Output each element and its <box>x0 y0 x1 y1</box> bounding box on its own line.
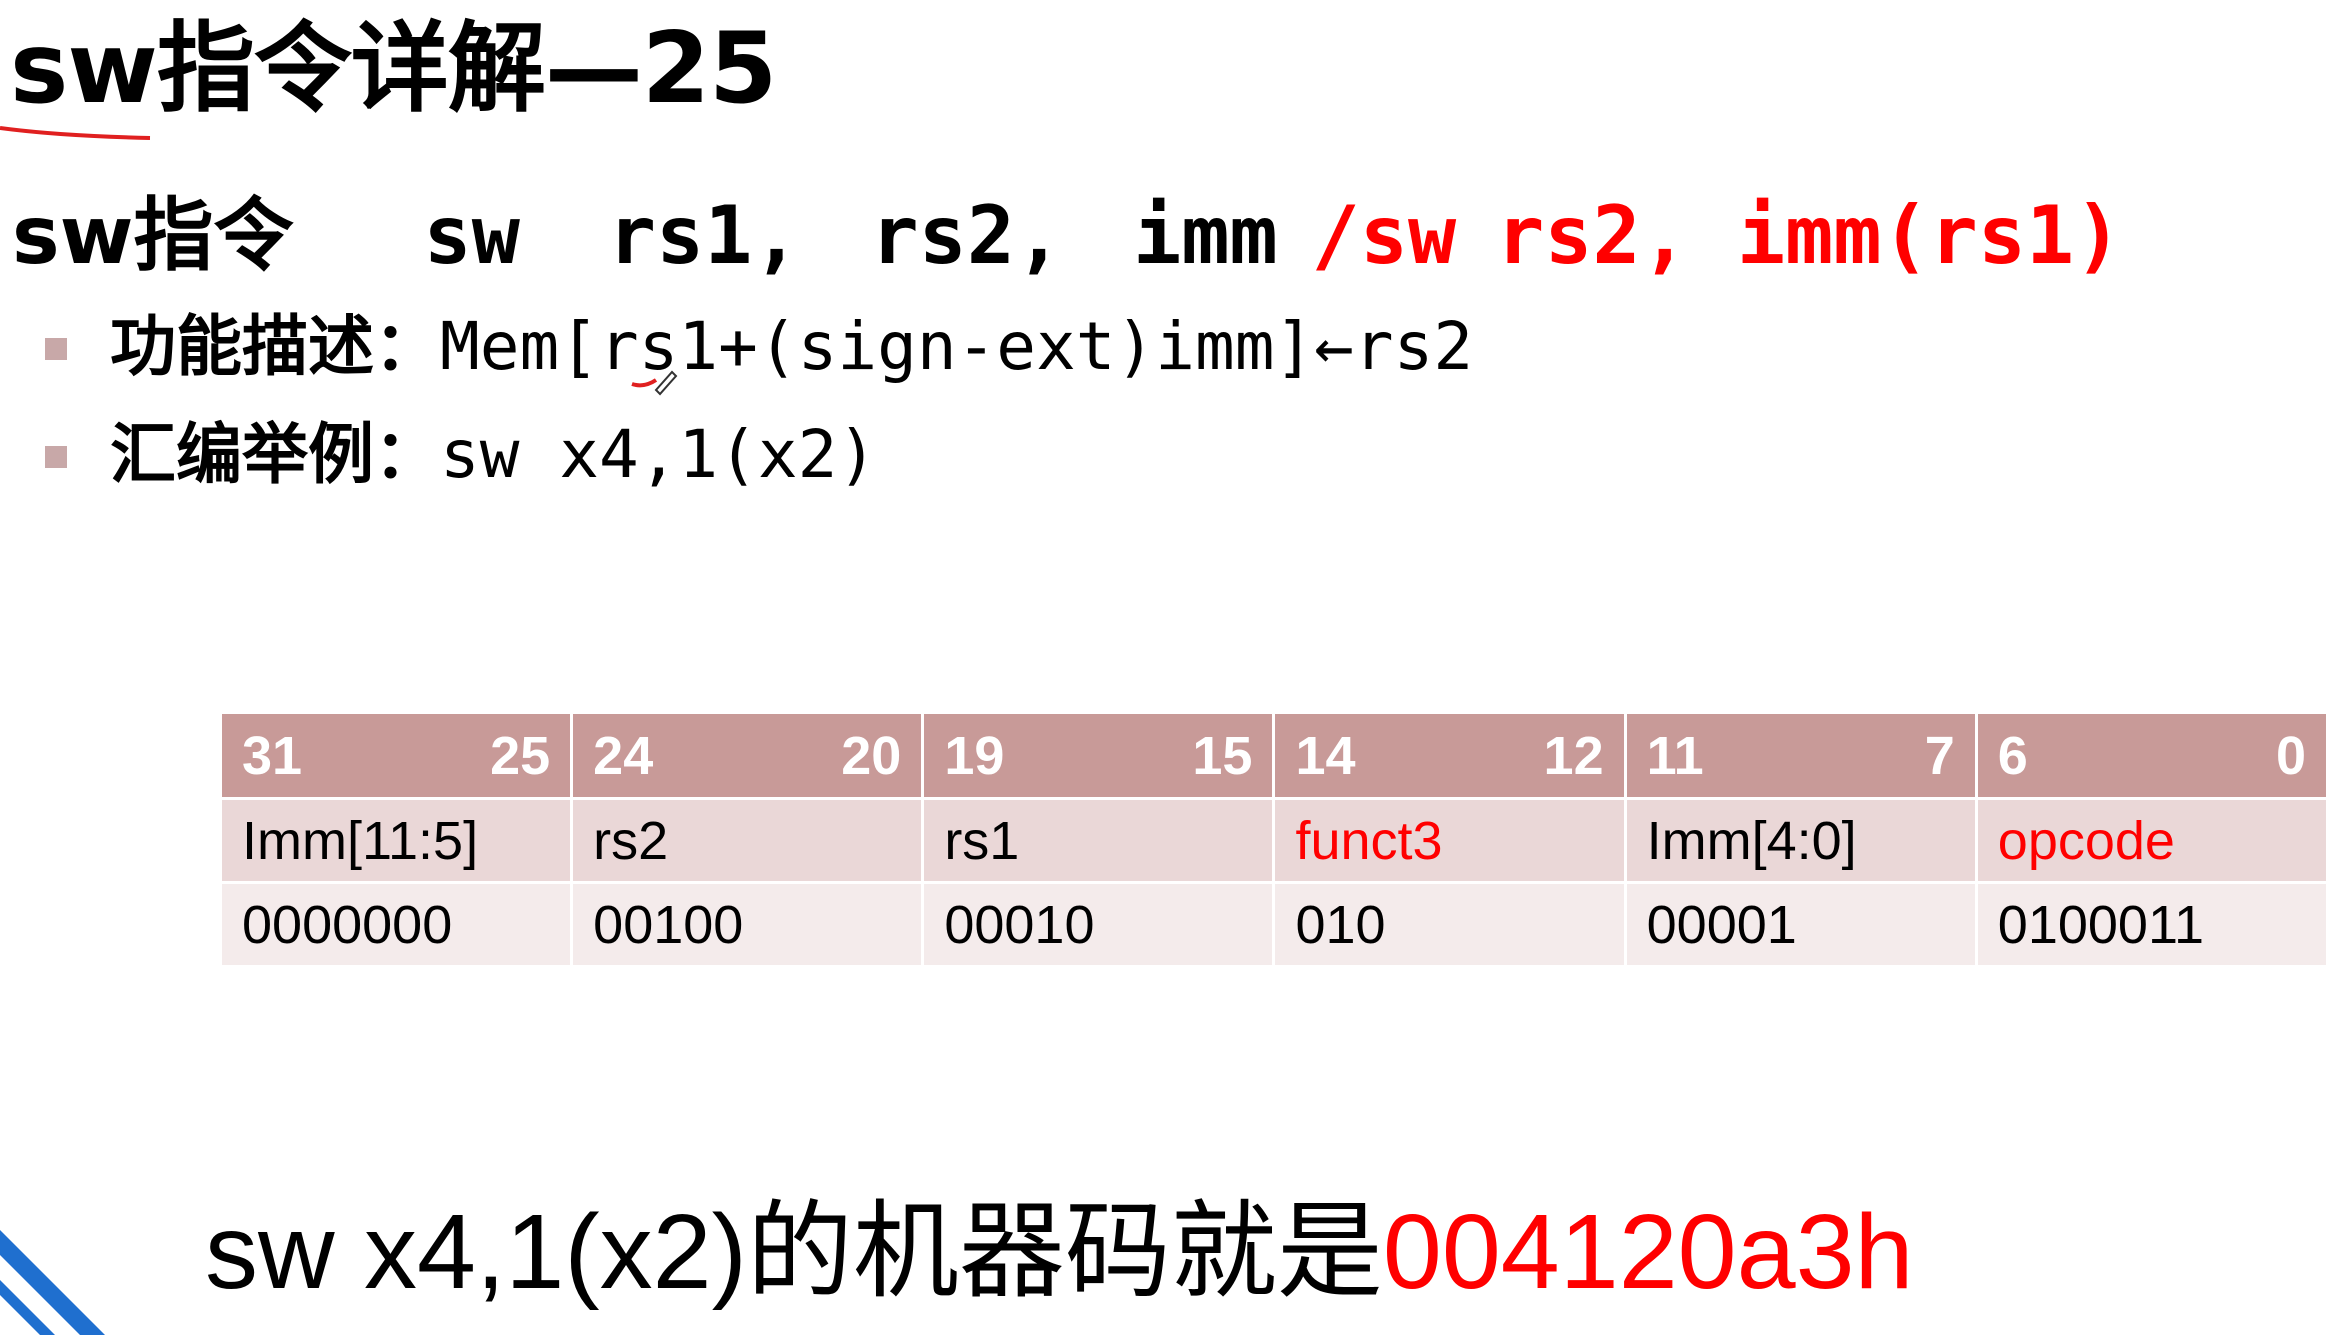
annotation-underline <box>0 126 151 140</box>
bits-cell: 0000000 <box>218 881 574 968</box>
bullet-label: 功能描述： <box>110 308 440 385</box>
bit-high: 19 <box>944 725 1005 786</box>
bit-low: 15 <box>1192 725 1253 786</box>
syntax-alt-mnemonic: sw <box>1359 189 1457 282</box>
bit-low: 25 <box>490 725 551 786</box>
bit-high: 14 <box>1295 725 1356 786</box>
instruction-syntax: sw指令 sw rs1, rs2, imm/sw rs2, imm(rs1) <box>12 186 2122 286</box>
bits-cell: 00001 <box>1623 881 1978 968</box>
bit-low: 20 <box>841 725 902 786</box>
syntax-arg-rs2: rs2, <box>870 189 1064 282</box>
machine-code-result: sw x4,1(x2)的机器码就是004120a3h <box>205 1192 1913 1312</box>
bit-low: 0 <box>2275 725 2306 786</box>
syntax-alt-slash: / <box>1311 189 1360 282</box>
syntax-mnemonic: sw <box>423 189 520 282</box>
field-cell: Imm[4:0] <box>1623 797 1978 884</box>
bit-high: 31 <box>242 725 303 786</box>
bullet-marker <box>45 446 67 468</box>
bit-range-cell: 31 25 <box>218 711 574 800</box>
corner-decoration <box>0 1230 105 1335</box>
bit-range-cell: 11 7 <box>1623 711 1978 800</box>
bits-cell: 0100011 <box>1974 881 2330 968</box>
bullet-assembly-example: 汇编举例：sw x4,1(x2) <box>110 410 877 500</box>
bit-high: 24 <box>593 725 654 786</box>
field-cell: opcode <box>1974 797 2330 884</box>
pen-cursor-icon <box>631 370 678 396</box>
bits-cell: 00010 <box>921 881 1276 968</box>
bit-low: 12 <box>1543 725 1604 786</box>
bullet-function-description: 功能描述：Mem[rs1+(sign-ext)imm]←rs2 <box>110 302 1473 392</box>
bit-low: 7 <box>1924 725 1955 786</box>
bullet-code: Mem[rs1+(sign-ext)imm]←rs2 <box>440 308 1474 385</box>
field-cell: Imm[11:5] <box>218 797 574 884</box>
bullet-code: sw x4,1(x2) <box>440 416 878 493</box>
field-cell: rs1 <box>921 797 1276 884</box>
encoding-table: 31 25 24 20 19 15 14 12 11 7 60 Imm[11:5] rs2… <box>218 711 2330 968</box>
bit-range-cell: 60 <box>1974 711 2330 800</box>
bit-high: 11 <box>1646 725 1704 786</box>
field-cell: funct3 <box>1272 797 1627 884</box>
bits-cell: 00100 <box>570 881 925 968</box>
field-cell: rs2 <box>570 797 925 884</box>
bit-range-cell: 14 12 <box>1272 711 1627 800</box>
syntax-arg-imm: imm <box>1133 189 1278 282</box>
field-bits-row: 0000000 00100 00010 010 00001 0100011 <box>218 881 2330 968</box>
bullet-label: 汇编举例： <box>110 416 440 493</box>
bit-high: 6 <box>1997 725 2028 786</box>
syntax-arg-rs1: rs1, <box>607 189 801 282</box>
bits-cell: 010 <box>1272 881 1627 968</box>
syntax-label: sw指令 <box>12 189 294 282</box>
syntax-alt-form: rs2, imm(rs1) <box>1496 189 2123 282</box>
result-prefix: sw x4,1(x2)的机器码就是 <box>205 1193 1383 1311</box>
field-name-row: Imm[11:5] rs2 rs1 funct3 Imm[4:0] opcode <box>218 797 2330 884</box>
bit-range-cell: 24 20 <box>570 711 925 800</box>
bullet-marker <box>45 338 67 360</box>
result-value: 004120a3h <box>1382 1193 1914 1311</box>
bit-range-cell: 19 15 <box>921 711 1276 800</box>
bit-range-header-row: 31 25 24 20 19 15 14 12 11 7 60 <box>218 711 2330 800</box>
